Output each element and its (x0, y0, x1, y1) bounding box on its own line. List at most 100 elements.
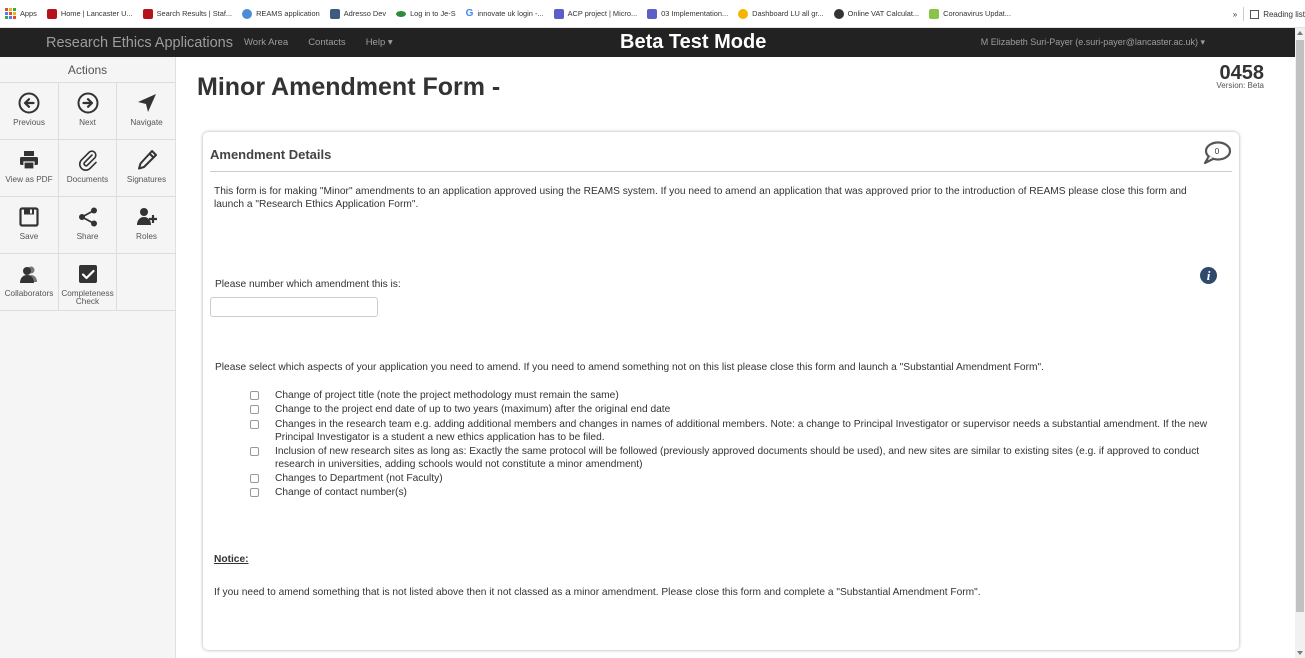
bookmark-label: Dashboard LU all gr... (752, 9, 824, 18)
arrow-left-circle-icon (18, 92, 40, 114)
app-brand[interactable]: Research Ethics Applications (0, 35, 236, 51)
apps-grid-icon (5, 8, 16, 19)
bookmark-search-results[interactable]: Search Results | Staf... (138, 8, 237, 19)
paperclip-icon (78, 150, 97, 171)
share-icon (78, 207, 97, 227)
bookmark-label: Search Results | Staf... (156, 9, 233, 18)
bookmark-label: 03 Implementation... (661, 9, 729, 18)
printer-icon (20, 151, 38, 170)
actions-sidebar: Actions Previous Next Navigate View as P… (0, 57, 176, 658)
list-item: Inclusion of new research sites as long … (250, 445, 1210, 471)
scrollbar-thumb[interactable] (1296, 40, 1304, 612)
dashboard-icon (738, 8, 749, 19)
comments-button[interactable]: 0 (1202, 141, 1232, 165)
option-label: Change of contact number(s) (275, 487, 407, 499)
lancaster-shield-icon (142, 8, 153, 19)
documents-button[interactable]: Documents (59, 140, 117, 197)
nav-contacts[interactable]: Contacts (298, 37, 356, 48)
version-label: Version: Beta (1216, 81, 1264, 90)
bookmark-acp[interactable]: ACP project | Micro... (549, 8, 643, 19)
top-navbar: Research Ethics Applications Work Area C… (0, 28, 1295, 57)
bookmark-label: REAMS application (256, 9, 320, 18)
bookmark-label: Coronavirus Updat... (943, 9, 1011, 18)
option-checkbox[interactable] (250, 405, 259, 415)
bookmark-dashboard[interactable]: Dashboard LU all gr... (733, 8, 828, 19)
signatures-button[interactable]: Signatures (117, 140, 176, 197)
bookmark-label: Log in to Je-S (410, 9, 456, 18)
next-button[interactable]: Next (59, 83, 117, 140)
bookmark-vat[interactable]: Online VAT Calculat... (829, 8, 924, 19)
action-label: Completeness Check (61, 289, 114, 306)
info-icon[interactable]: i (1200, 267, 1217, 284)
page-scrollbar[interactable] (1295, 28, 1305, 658)
option-checkbox[interactable] (250, 446, 259, 456)
bookmark-implementation[interactable]: 03 Implementation... (642, 8, 733, 19)
amendment-number-label: Please number which amendment this is: (215, 279, 401, 290)
action-label: View as PDF (5, 175, 53, 184)
scroll-down-arrow-icon[interactable] (1297, 651, 1303, 655)
teams-icon (553, 8, 564, 19)
option-label: Changes in the research team e.g. adding… (275, 418, 1208, 443)
scroll-up-arrow-icon[interactable] (1297, 31, 1303, 35)
action-label: Share (76, 232, 99, 241)
bookmark-lancaster-home[interactable]: Home | Lancaster U... (42, 8, 138, 19)
option-label: Change to the project end date of up to … (275, 404, 671, 416)
action-label: Save (19, 232, 39, 241)
share-button[interactable]: Share (59, 197, 117, 254)
list-item: Change to the project end date of up to … (250, 403, 1210, 416)
bookmark-coronavirus[interactable]: Coronavirus Updat... (924, 8, 1016, 19)
notice-heading: Notice: (214, 554, 249, 565)
action-label: Roles (136, 232, 157, 241)
bookmark-label: ACP project | Micro... (567, 9, 638, 18)
bookmark-label: Apps (20, 9, 37, 18)
reading-list-icon (1250, 9, 1260, 19)
list-item: Changes in the research team e.g. adding… (250, 418, 1210, 444)
amendment-details-panel: Amendment Details 0 This form is for mak… (203, 132, 1239, 650)
notice-text: If you need to amend something that is n… (214, 587, 981, 598)
roles-button[interactable]: Roles (117, 197, 176, 254)
nav-help-dropdown[interactable]: Help ▾ (356, 37, 403, 48)
option-checkbox[interactable] (250, 419, 259, 429)
list-item: Changes to Department (not Faculty) (250, 472, 1210, 485)
bookmark-jes[interactable]: Log in to Je-S (391, 9, 461, 18)
view-as-pdf-button[interactable]: View as PDF (0, 140, 59, 197)
users-icon (20, 266, 37, 283)
checkbox-icon (78, 265, 97, 283)
bookmark-innovate[interactable]: Ginnovate uk login -... (461, 8, 549, 19)
completeness-check-button[interactable]: Completeness Check (59, 254, 117, 311)
bookmark-label: Home | Lancaster U... (60, 9, 133, 18)
location-arrow-icon (137, 94, 156, 112)
option-checkbox[interactable] (250, 391, 259, 400)
actions-title: Actions (0, 57, 175, 83)
nav-links: Work Area Contacts Help ▾ (236, 37, 403, 48)
option-checkbox[interactable] (250, 488, 259, 498)
empty-cell (117, 254, 176, 311)
nav-work-area[interactable]: Work Area (236, 37, 298, 48)
lancaster-shield-icon (46, 8, 57, 19)
bookmark-reams[interactable]: REAMS application (237, 8, 325, 19)
collaborators-button[interactable]: Collaborators (0, 254, 59, 311)
aspects-question: Please select which aspects of your appl… (215, 362, 1044, 373)
intro-text: This form is for making "Minor" amendmen… (214, 186, 1187, 210)
bookmark-apps[interactable]: Apps (0, 8, 42, 19)
user-menu[interactable]: M Elizabeth Suri-Payer (e.suri-payer@lan… (981, 37, 1205, 48)
more-bookmarks-button[interactable]: » (1233, 10, 1237, 19)
option-checkbox[interactable] (250, 474, 259, 484)
option-label: Change of project title (note the projec… (275, 390, 619, 401)
save-button[interactable]: Save (0, 197, 59, 254)
beta-banner: Beta Test Mode (620, 31, 767, 53)
aspects-options: Change of project title (note the projec… (250, 389, 1210, 501)
reading-list-button[interactable]: Reading list (1263, 10, 1305, 19)
amendment-number-input[interactable] (210, 297, 378, 317)
teams-icon (647, 8, 658, 19)
pencil-icon (137, 150, 157, 170)
navigate-button[interactable]: Navigate (117, 83, 176, 140)
option-label: Changes to Department (not Faculty) (275, 473, 443, 485)
bookmark-label: Online VAT Calculat... (847, 9, 920, 18)
reams-icon (242, 8, 253, 19)
coronavirus-icon (929, 8, 940, 19)
divider (210, 171, 1232, 172)
vat-icon (833, 8, 844, 19)
bookmark-adresso[interactable]: Adresso Dev (325, 8, 391, 19)
previous-button[interactable]: Previous (0, 83, 59, 140)
